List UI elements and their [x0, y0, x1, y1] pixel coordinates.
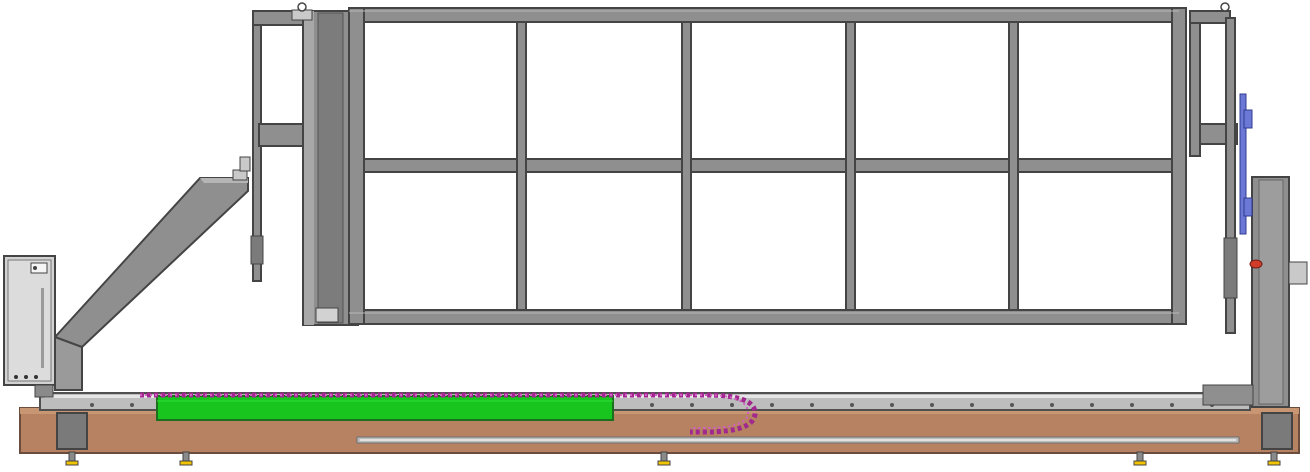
frame-left-post [348, 7, 365, 325]
rail-bolt [90, 403, 94, 407]
rail-bolt [130, 403, 134, 407]
rail-bolt [650, 403, 654, 407]
support-block-left [56, 412, 88, 450]
rail-bolt [1130, 403, 1134, 407]
lower-rail-highlight [360, 439, 1236, 441]
control-cabinet-icon [3, 255, 56, 398]
drawing-canvas [0, 0, 1310, 472]
cabinet-screw [14, 375, 18, 379]
left-arm [258, 123, 307, 147]
right-hanging-bar-clamp [1223, 237, 1238, 299]
left-hanging-bar-clamp [250, 235, 264, 265]
rail-bolt [970, 403, 974, 407]
cabinet-mount [34, 384, 54, 398]
rail-bolt [1010, 403, 1014, 407]
left-column-base-plate [315, 307, 339, 323]
rail-bolt [1050, 403, 1054, 407]
rail-bolt [930, 403, 934, 407]
left-lifting-eye [297, 2, 307, 12]
left-main-column-flange [304, 11, 314, 325]
frame-mullion-1 [516, 21, 527, 311]
left-main-column-web [317, 12, 344, 324]
right-main-column-web [1258, 179, 1284, 405]
rail-bolt [770, 403, 774, 407]
frame-right-post [1171, 7, 1187, 325]
rail-bolt [810, 403, 814, 407]
cabinet-screw [24, 375, 28, 379]
right-lifting-eye [1220, 2, 1230, 12]
cabinet-hinge [41, 288, 44, 368]
frame-middle-rail [363, 158, 1173, 173]
green-rail [156, 395, 614, 421]
rail-bolt [1090, 403, 1094, 407]
frame-mullion-3 [845, 21, 856, 311]
cabinet-door [7, 259, 52, 382]
frame-top-rail [348, 7, 1180, 23]
machine-elevation-drawing [0, 0, 1310, 472]
frame-mullion-4 [1008, 21, 1019, 311]
frame-bottom-rail [348, 309, 1180, 325]
emergency-stop-button [1249, 259, 1263, 269]
brace-foot [54, 335, 83, 391]
rail-bolt [850, 403, 854, 407]
right-column-base [1202, 384, 1254, 406]
right-upper-post [1189, 10, 1201, 157]
right-top-beam [1189, 10, 1231, 24]
cabinet-screw [34, 375, 38, 379]
rail-bolt [890, 403, 894, 407]
rail-bolt [1170, 403, 1174, 407]
support-block-right [1261, 412, 1293, 450]
left-arm-bolt [239, 156, 251, 172]
rail-bolt [730, 403, 734, 407]
rail-bolt [690, 403, 694, 407]
frame-mullion-2 [681, 21, 692, 311]
right-column-side-box [1288, 261, 1308, 285]
cabinet-switch-knob [33, 266, 37, 270]
